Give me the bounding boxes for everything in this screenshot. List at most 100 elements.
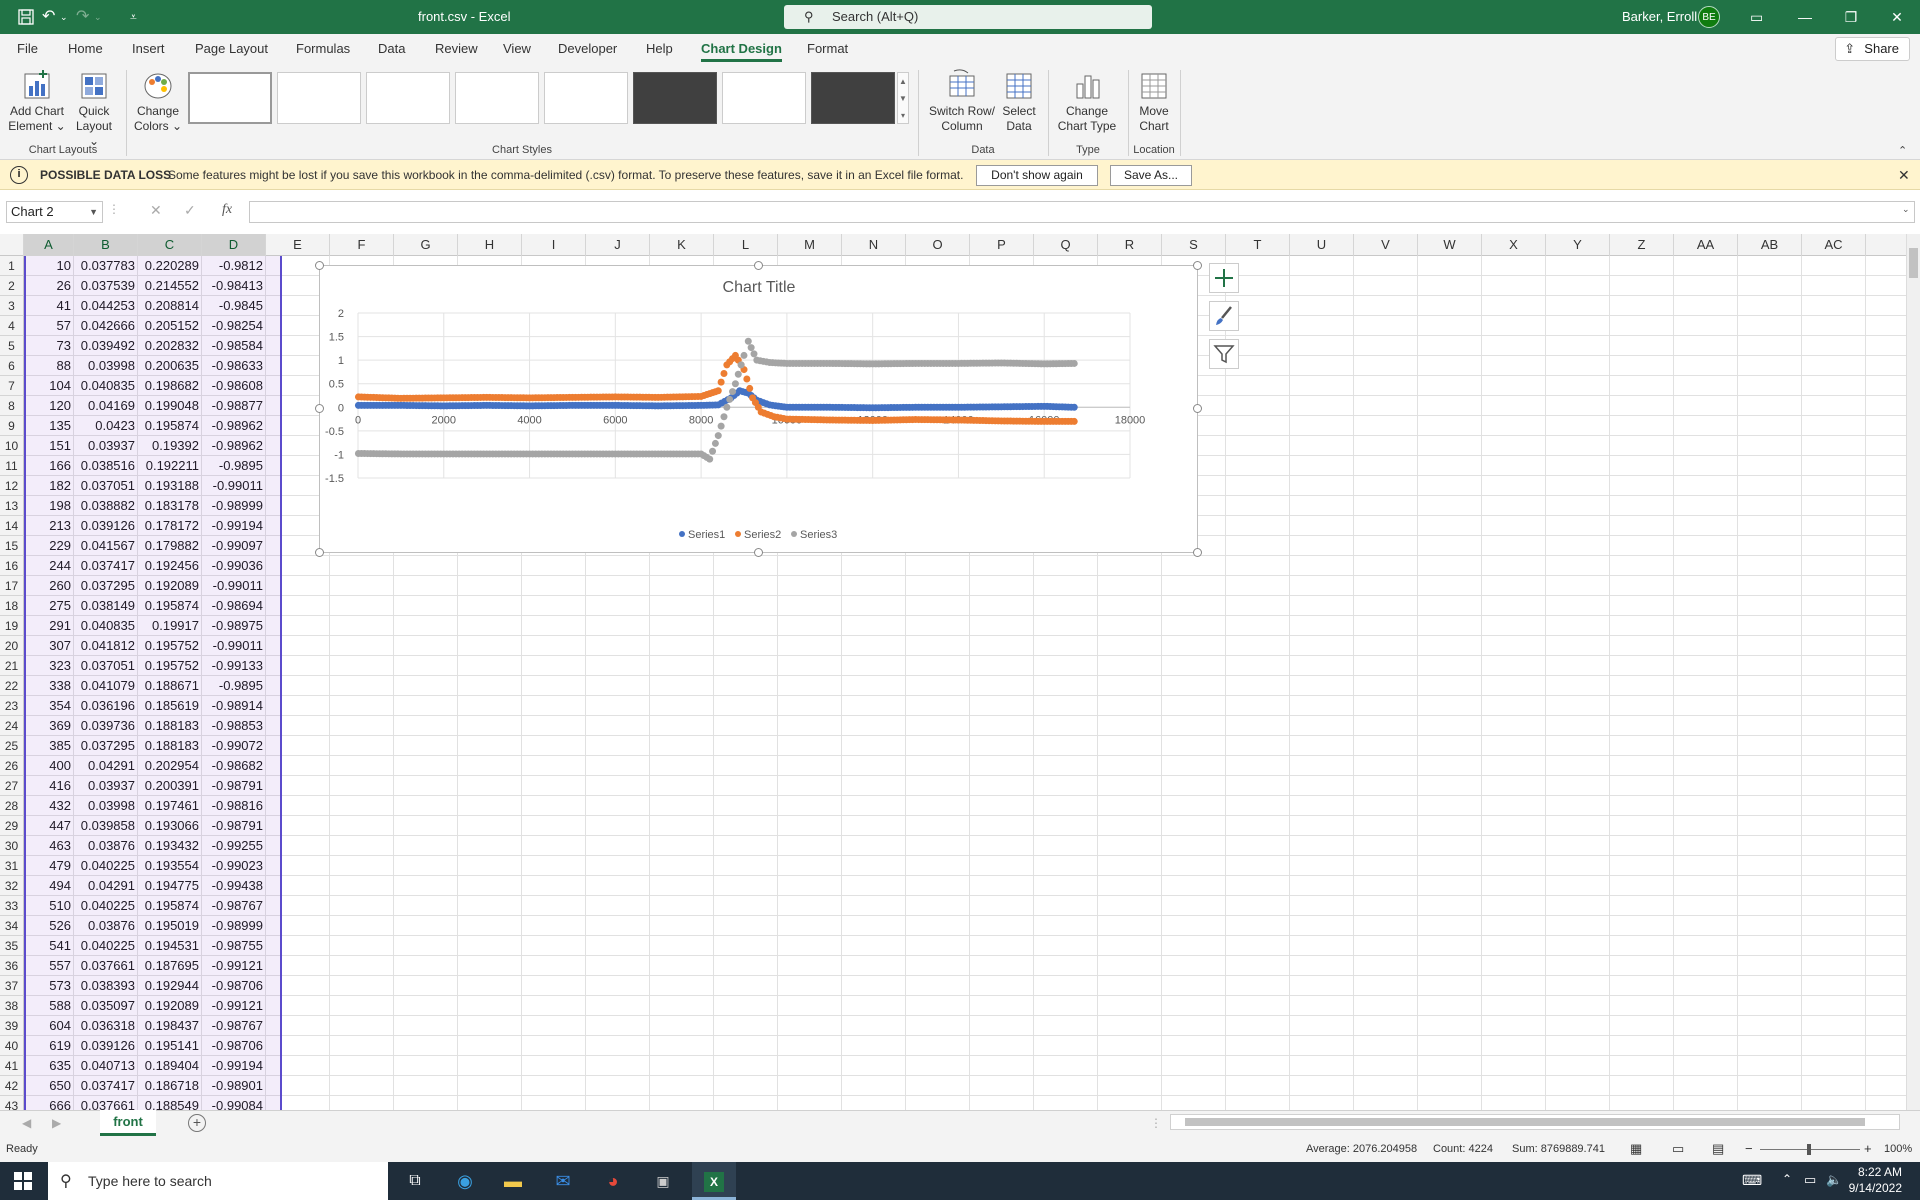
chart[interactable]: Chart Title 2 1.5 1 0.5 0 -0.5 -1 -1.5 0 2000 400… [319, 265, 1198, 553]
customize-qat-icon[interactable]: ⩡ [130, 0, 137, 34]
row-header-43[interactable]: 43 [0, 1096, 24, 1110]
save-as-button[interactable]: Save As... [1110, 165, 1192, 186]
chart-style-2[interactable] [277, 72, 361, 124]
row-header-13[interactable]: 13 [0, 496, 24, 516]
tab-page-layout[interactable]: Page Layout [195, 34, 268, 64]
clock-time[interactable]: 8:22 AM [1846, 1165, 1902, 1179]
row-header-9[interactable]: 9 [0, 416, 24, 436]
row-header-28[interactable]: 28 [0, 796, 24, 816]
row-header-29[interactable]: 29 [0, 816, 24, 836]
task-view-icon[interactable]: ⧉ [398, 1166, 432, 1196]
row-header-19[interactable]: 19 [0, 616, 24, 636]
row-header-18[interactable]: 18 [0, 596, 24, 616]
horizontal-scrollbar[interactable] [1170, 1114, 1900, 1130]
redo-icon[interactable]: ↷ [76, 0, 89, 34]
column-header-aa[interactable]: AA [1674, 234, 1738, 256]
row-header-39[interactable]: 39 [0, 1016, 24, 1036]
row-header-37[interactable]: 37 [0, 976, 24, 996]
vertical-scroll-thumb[interactable] [1909, 248, 1918, 278]
dont-show-again-button[interactable]: Don't show again [976, 165, 1098, 186]
undo-dropdown-icon[interactable]: ⌄ [60, 0, 68, 34]
row-header-8[interactable]: 8 [0, 396, 24, 416]
row-header-24[interactable]: 24 [0, 716, 24, 736]
row-header-7[interactable]: 7 [0, 376, 24, 396]
row-header-32[interactable]: 32 [0, 876, 24, 896]
column-header-m[interactable]: M [778, 234, 842, 256]
save-icon[interactable] [18, 0, 34, 34]
column-header-x[interactable]: X [1482, 234, 1546, 256]
row-header-14[interactable]: 14 [0, 516, 24, 536]
next-sheet-icon[interactable]: ▶ [52, 1116, 61, 1130]
row-header-11[interactable]: 11 [0, 456, 24, 476]
cancel-icon[interactable]: ✕ [150, 202, 162, 219]
row-header-5[interactable]: 5 [0, 336, 24, 356]
row-header-33[interactable]: 33 [0, 896, 24, 916]
change-colors-button[interactable]: Change Colors ⌄ [132, 68, 184, 134]
row-header-36[interactable]: 36 [0, 956, 24, 976]
column-header-c[interactable]: C [138, 234, 202, 256]
resize-handle[interactable] [315, 548, 324, 557]
row-header-4[interactable]: 4 [0, 316, 24, 336]
row-header-31[interactable]: 31 [0, 856, 24, 876]
chart-style-3[interactable] [366, 72, 450, 124]
column-header-ac[interactable]: AC [1802, 234, 1866, 256]
tab-review[interactable]: Review [435, 34, 478, 64]
column-header-y[interactable]: Y [1546, 234, 1610, 256]
tab-file[interactable]: File [17, 34, 38, 64]
add-chart-element-button[interactable]: Add Chart Element ⌄ [6, 68, 68, 134]
resize-handle[interactable] [1193, 404, 1202, 413]
column-header-q[interactable]: Q [1034, 234, 1098, 256]
normal-view-icon[interactable]: ▦ [1630, 1141, 1642, 1157]
row-header-34[interactable]: 34 [0, 916, 24, 936]
zoom-level[interactable]: 100% [1884, 1143, 1912, 1155]
row-header-42[interactable]: 42 [0, 1076, 24, 1096]
column-header-u[interactable]: U [1290, 234, 1354, 256]
column-header-g[interactable]: G [394, 234, 458, 256]
row-header-3[interactable]: 3 [0, 296, 24, 316]
resize-handle[interactable] [1193, 548, 1202, 557]
change-chart-type-button[interactable]: Change Chart Type [1052, 68, 1122, 134]
tab-formulas[interactable]: Formulas [296, 34, 350, 64]
row-header-40[interactable]: 40 [0, 1036, 24, 1056]
tab-help[interactable]: Help [646, 34, 673, 64]
name-box-dropdown-icon[interactable]: ▼ [89, 202, 98, 222]
column-header-b[interactable]: B [74, 234, 138, 256]
resize-handle[interactable] [754, 548, 763, 557]
zoom-slider-thumb[interactable] [1807, 1144, 1811, 1155]
tray-chevron-icon[interactable]: ⌃ [1782, 1172, 1792, 1186]
styles-scroll[interactable]: ▲ ▼ ▾ [897, 72, 909, 124]
row-header-25[interactable]: 25 [0, 736, 24, 756]
function-icon[interactable]: fx [222, 202, 232, 218]
expand-formula-icon[interactable]: ⌄ [1902, 204, 1910, 215]
column-header-f[interactable]: F [330, 234, 394, 256]
column-header-p[interactable]: P [970, 234, 1034, 256]
row-header-26[interactable]: 26 [0, 756, 24, 776]
add-sheet-icon[interactable]: + [188, 1114, 206, 1132]
chart-styles-button[interactable] [1209, 301, 1239, 331]
row-header-6[interactable]: 6 [0, 356, 24, 376]
column-header-l[interactable]: L [714, 234, 778, 256]
column-header-s[interactable]: S [1162, 234, 1226, 256]
column-header-a[interactable]: A [24, 234, 74, 256]
column-header-w[interactable]: W [1418, 234, 1482, 256]
quick-layout-button[interactable]: Quick Layout ⌄ [70, 68, 118, 149]
tab-format[interactable]: Format [807, 34, 848, 64]
row-header-16[interactable]: 16 [0, 556, 24, 576]
sheet-tabs-splitter-icon[interactable]: ⋮ [1150, 1116, 1162, 1130]
clock-date[interactable]: 9/14/2022 [1846, 1181, 1902, 1195]
minimize-button[interactable]: — [1782, 0, 1828, 34]
chart-style-8[interactable] [811, 72, 895, 124]
column-header-n[interactable]: N [842, 234, 906, 256]
resize-handle[interactable] [315, 404, 324, 413]
select-all-corner[interactable] [0, 234, 24, 256]
chart-style-7[interactable] [722, 72, 806, 124]
status-count[interactable]: Count: 4224 [1433, 1143, 1493, 1155]
page-layout-view-icon[interactable]: ▭ [1672, 1141, 1684, 1157]
ribbon-display-icon[interactable]: ▭ [1750, 0, 1763, 34]
prev-sheet-icon[interactable]: ◀ [22, 1116, 31, 1130]
mail-icon[interactable]: ✉ [546, 1166, 580, 1196]
keyboard-icon[interactable]: ⌨ [1742, 1172, 1762, 1189]
formula-input[interactable] [249, 201, 1915, 223]
excel-taskbar-icon[interactable]: X [692, 1162, 736, 1200]
sheet-tab-front[interactable]: front [100, 1110, 156, 1136]
